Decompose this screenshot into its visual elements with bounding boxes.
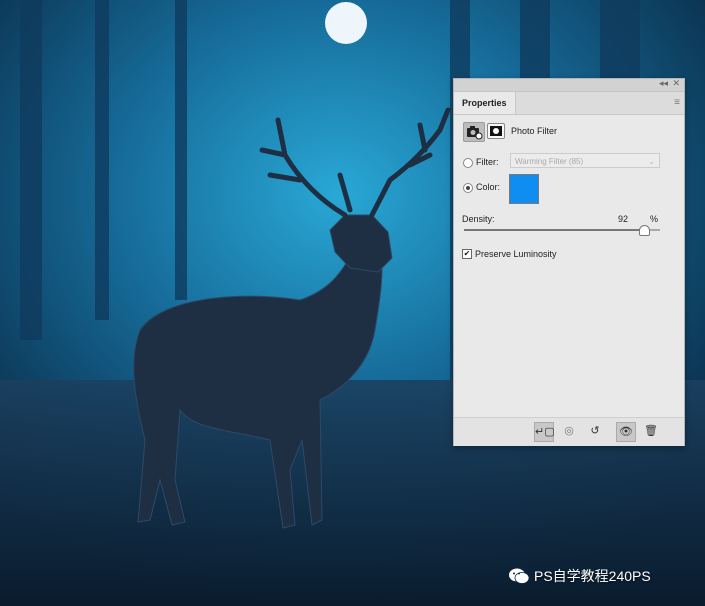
- filter-radio[interactable]: [463, 158, 473, 168]
- watermark-text: PS自学教程240PS: [534, 568, 651, 584]
- close-icon[interactable]: ✕: [672, 78, 680, 89]
- panel-toolbar: ↵▢ ◎ ↺ 👁 🗑: [454, 417, 684, 446]
- reset-button[interactable]: ↺: [586, 422, 604, 440]
- wechat-icon: [509, 568, 530, 584]
- preserve-luminosity-checkbox[interactable]: ✔: [462, 249, 472, 259]
- filter-dropdown-value: Warming Filter (85): [515, 157, 584, 166]
- density-slider[interactable]: [464, 225, 660, 236]
- panel-menu-icon[interactable]: ≡: [674, 97, 680, 108]
- adjustment-camera-icon[interactable]: [463, 122, 485, 142]
- density-unit: %: [650, 214, 659, 224]
- tab-row: Properties ≡: [454, 92, 684, 115]
- preserve-luminosity-label: Preserve Luminosity: [475, 249, 557, 259]
- filter-label: Filter:: [476, 157, 499, 167]
- density-slider-thumb[interactable]: [639, 225, 651, 236]
- watermark: PS自学教程240PS: [508, 566, 651, 586]
- adjustment-title: Photo Filter: [511, 126, 558, 136]
- collapse-icon[interactable]: ◂◂: [659, 78, 668, 89]
- layer-mask-icon[interactable]: [487, 123, 505, 139]
- panel-titlebar[interactable]: ◂◂ ✕: [454, 78, 684, 92]
- view-previous-button[interactable]: ◎: [560, 422, 578, 440]
- clip-to-layer-button[interactable]: ↵▢: [534, 422, 555, 442]
- filter-dropdown[interactable]: Warming Filter (85) ⌄: [510, 153, 660, 168]
- density-value[interactable]: 92: [616, 214, 628, 224]
- chevron-down-icon: ⌄: [648, 157, 655, 166]
- color-swatch[interactable]: [509, 174, 539, 204]
- density-label: Density:: [462, 214, 495, 224]
- color-label: Color:: [476, 182, 501, 192]
- moon: [325, 2, 367, 44]
- tab-properties[interactable]: Properties: [454, 92, 516, 114]
- delete-button[interactable]: 🗑: [642, 422, 660, 440]
- toggle-visibility-button[interactable]: 👁: [616, 422, 636, 442]
- color-radio[interactable]: [463, 183, 473, 193]
- properties-panel: ◂◂ ✕ Properties ≡ Photo Filter Filter: W…: [453, 78, 685, 446]
- density-slider-fill: [464, 229, 645, 231]
